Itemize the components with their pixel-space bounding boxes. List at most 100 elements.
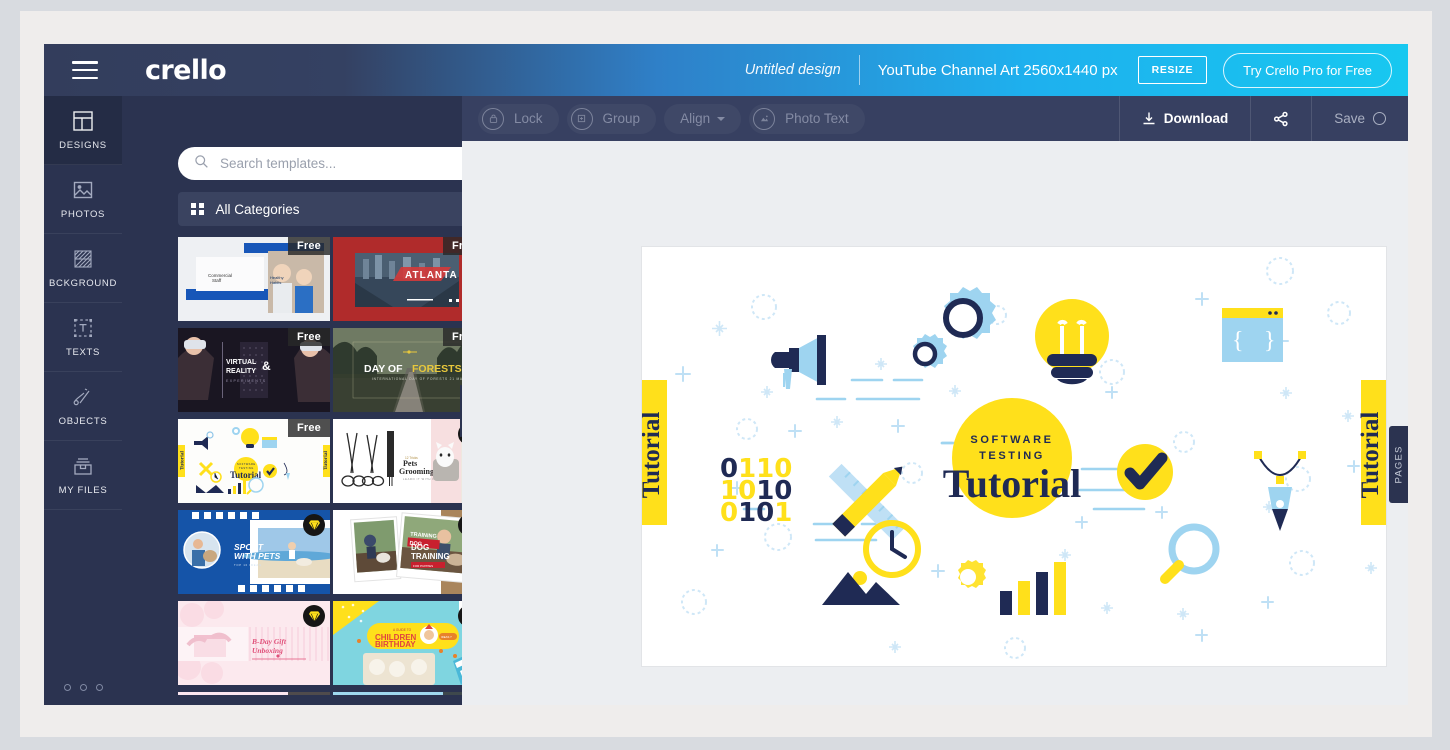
top-bar-divider: [858, 55, 860, 85]
pages-tab[interactable]: PAGES: [1389, 426, 1408, 503]
group-label: Group: [602, 111, 641, 126]
group-button[interactable]: Group: [566, 103, 657, 134]
svg-text:Tutorial: Tutorial: [1357, 412, 1384, 499]
download-button[interactable]: Download: [1120, 96, 1251, 141]
headline-text: Tutorial: [943, 461, 1082, 506]
sidebar-item-bckground[interactable]: BCKGROUND: [44, 234, 122, 303]
svg-text:SOFTWARE: SOFTWARE: [237, 462, 256, 466]
sidebar-item-objects[interactable]: OBJECTS: [44, 372, 122, 441]
binary-text: 0110 1010 0101: [720, 454, 792, 528]
save-label: Save: [1334, 111, 1365, 126]
more-options-dots[interactable]: [44, 684, 122, 691]
sidebar-label: OBJECTS: [58, 416, 108, 427]
download-icon: [1143, 112, 1155, 125]
svg-text:WITH PETS: WITH PETS: [234, 551, 281, 561]
svg-text:A GUIDE TO: A GUIDE TO: [393, 628, 412, 632]
sidebar-item-designs[interactable]: DESIGNS: [44, 96, 122, 165]
badge-free: Free: [287, 328, 330, 346]
grid-icon: [191, 202, 204, 216]
svg-text:DAY OF: DAY OF: [364, 363, 403, 375]
share-button[interactable]: [1251, 96, 1311, 141]
lock-icon: [482, 107, 504, 130]
image-icon: [71, 178, 95, 202]
design-canvas[interactable]: Tutorial Tutorial {} 0110 1010 0101 SOF…: [642, 247, 1386, 666]
svg-text:Unboxing: Unboxing: [252, 646, 283, 655]
photo-text-button[interactable]: Photo Text: [749, 103, 865, 134]
category-select[interactable]: All Categories: [178, 192, 494, 226]
lock-button[interactable]: Lock: [478, 103, 559, 134]
document-title[interactable]: Untitled design: [745, 62, 841, 78]
svg-text:}: }: [1264, 328, 1276, 354]
svg-text:IDEAS ?: IDEAS ?: [441, 635, 452, 639]
svg-text:TOP 10 IDEAS: TOP 10 IDEAS: [234, 563, 262, 567]
sidebar-item-texts[interactable]: TEXTS: [44, 303, 122, 372]
svg-text:0101: 0101: [720, 498, 792, 528]
svg-text:Tutorial: Tutorial: [642, 412, 665, 499]
badge-free: Free: [287, 692, 330, 695]
scissors-icon: [71, 385, 95, 409]
template-card[interactable]: Commercial Staff Healthy Habits Free: [178, 237, 330, 321]
chevron-down-icon: [717, 116, 726, 121]
save-ring-icon: [1373, 112, 1386, 125]
search-box[interactable]: [178, 147, 494, 180]
save-button[interactable]: Save: [1312, 96, 1408, 141]
svg-text:FORESTS: FORESTS: [412, 363, 462, 375]
templates-scroll-area[interactable]: Commercial Staff Healthy Habits Free ATL…: [178, 237, 494, 695]
pattern-icon: [71, 247, 95, 271]
editor-toolbar: Lock Group Align Photo Text Download Sav…: [462, 96, 1408, 141]
sidebar-item-photos[interactable]: PHOTOS: [44, 165, 122, 234]
template-card[interactable]: SPORT WITH PETS TOP 10 IDEAS: [178, 510, 330, 594]
share-icon: [1274, 111, 1288, 126]
left-nav-rail: DESIGNS PHOTOS BCKGROUND TEXTS OBJECTS M…: [44, 96, 122, 705]
pages-tab-label: PAGES: [1393, 445, 1405, 484]
svg-text:Tutorial: Tutorial: [323, 450, 329, 470]
download-label: Download: [1163, 111, 1229, 126]
sidebar-label: MY FILES: [58, 485, 108, 496]
svg-text:REALITY: REALITY: [226, 368, 256, 375]
svg-text:&: &: [262, 359, 271, 373]
svg-text:Staff: Staff: [212, 278, 222, 283]
svg-text:Habits: Habits: [270, 280, 281, 285]
align-label: Align: [680, 111, 711, 126]
svg-text:Tutorial: Tutorial: [180, 450, 186, 470]
svg-text:B-Day Gift: B-Day Gift: [251, 637, 287, 646]
sidebar-item-my-files[interactable]: MY FILES: [44, 441, 122, 510]
crello-app: crello Untitled design YouTube Channel A…: [44, 44, 1408, 705]
sidebar-label: BCKGROUND: [48, 278, 118, 289]
top-bar: crello Untitled design YouTube Channel A…: [44, 44, 1408, 96]
hamburger-icon[interactable]: [72, 61, 98, 79]
template-card[interactable]: B-Day Gift Unboxing: [178, 601, 330, 685]
design-artwork: Tutorial Tutorial {} 0110 1010 0101 SOF…: [642, 247, 1386, 666]
svg-text:TRAINING: TRAINING: [411, 552, 450, 561]
editor-area: Lock Group Align Photo Text Download Sav…: [462, 96, 1408, 705]
layout-icon: [71, 109, 95, 133]
document-size-label: YouTube Channel Art 2560x1440 px: [877, 61, 1118, 79]
svg-text:VIRTUAL: VIRTUAL: [226, 359, 257, 366]
category-label: All Categories: [215, 201, 300, 217]
screen-root: crello Untitled design YouTube Channel A…: [0, 0, 1450, 750]
template-card[interactable]: VIRTUAL REALITY EXPERIMENTS & Free: [178, 328, 330, 412]
svg-text:Grooming: Grooming: [399, 467, 434, 476]
try-pro-button[interactable]: Try Crello Pro for Free: [1223, 52, 1392, 88]
svg-text:{: {: [1232, 328, 1244, 354]
photo-text-label: Photo Text: [785, 111, 849, 126]
search-input[interactable]: [220, 156, 478, 171]
resize-button[interactable]: RESIZE: [1137, 56, 1208, 84]
templates-grid: Commercial Staff Healthy Habits Free ATL…: [178, 237, 494, 695]
align-button[interactable]: Align: [664, 103, 742, 134]
template-card[interactable]: Tutorial Tutorial SOFTWARE TESTING Tutor…: [178, 419, 330, 503]
group-icon: [570, 107, 593, 130]
sidebar-label: TEXTS: [65, 347, 101, 358]
template-card[interactable]: LAS VEGAS Free: [178, 692, 330, 695]
svg-text:SOFTWARE: SOFTWARE: [970, 434, 1053, 446]
canvas-stage: Tutorial Tutorial {} 0110 1010 0101 SOF…: [462, 141, 1408, 705]
svg-text:EXPERIMENTS: EXPERIMENTS: [226, 379, 267, 383]
lock-label: Lock: [514, 111, 543, 126]
badge-free: Free: [287, 419, 330, 437]
checkmark-icon: [1117, 444, 1173, 500]
sidebar-label: DESIGNS: [59, 140, 107, 151]
badge-pro: [303, 605, 325, 627]
crello-logo[interactable]: crello: [145, 55, 227, 86]
code-window-icon: { }: [1222, 308, 1283, 362]
svg-text:ATLANTA: ATLANTA: [405, 270, 458, 281]
